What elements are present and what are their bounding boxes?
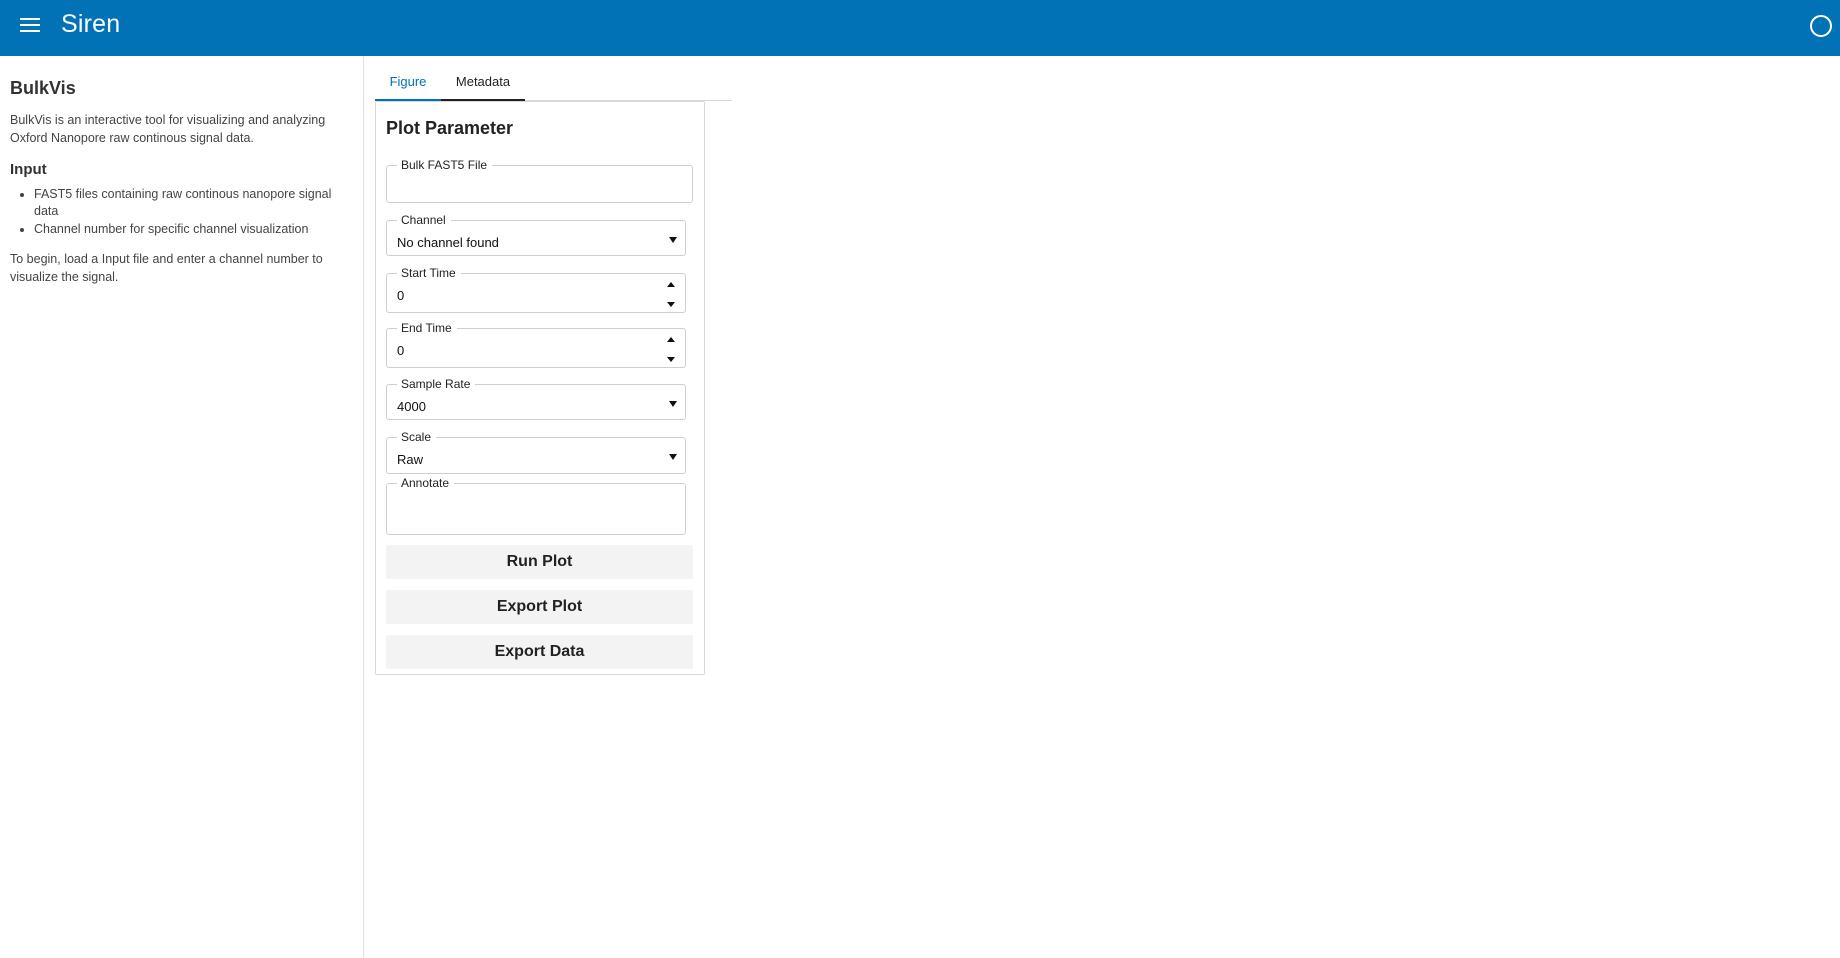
sidebar-description: BulkVis is an interactive tool for visua…	[10, 113, 326, 145]
increment-arrow-icon[interactable]	[667, 282, 675, 287]
field-value: 0	[397, 288, 405, 303]
dropdown-arrow-icon	[669, 454, 677, 460]
app-title: Siren	[61, 10, 121, 38]
increment-arrow-icon[interactable]	[667, 337, 675, 342]
sidebar-instructions: To begin, load a Input file and enter a …	[10, 252, 323, 284]
scale-select[interactable]: Scale Raw	[386, 429, 686, 474]
field-label: Channel	[397, 212, 451, 228]
channel-select[interactable]: Channel No channel found	[386, 212, 686, 256]
decrement-arrow-icon[interactable]	[667, 302, 675, 307]
hamburger-menu-icon[interactable]	[20, 16, 42, 34]
input-heading: Input	[10, 161, 47, 178]
export-plot-button[interactable]: Export Plot	[386, 590, 693, 624]
end-time-input[interactable]: End Time 0	[386, 320, 686, 368]
list-item: FAST5 files containing raw continous nan…	[34, 186, 353, 220]
plot-parameter-panel: Plot Parameter Bulk FAST5 File Channel N…	[375, 101, 705, 675]
input-list: FAST5 files containing raw continous nan…	[10, 186, 353, 238]
field-label: Start Time	[397, 265, 461, 281]
decrement-arrow-icon[interactable]	[667, 357, 675, 362]
field-label: Sample Rate	[397, 376, 476, 392]
export-data-button[interactable]: Export Data	[386, 635, 693, 669]
tab-figure[interactable]: Figure	[375, 66, 441, 101]
bulk-file-input[interactable]: Bulk FAST5 File	[386, 157, 693, 203]
start-time-input[interactable]: Start Time 0	[386, 265, 686, 313]
field-value: 0	[397, 343, 405, 358]
panel-title: Plot Parameter	[386, 118, 514, 138]
field-value: 4000	[397, 399, 426, 414]
app-header: Siren	[0, 0, 1840, 56]
sample-rate-select[interactable]: Sample Rate 4000	[386, 376, 686, 420]
circle-status-icon	[1810, 15, 1832, 37]
sidebar: BulkVis BulkVis is an interactive tool f…	[0, 56, 364, 958]
list-item: Channel number for specific channel visu…	[34, 221, 353, 238]
annotate-input[interactable]: Annotate	[386, 475, 686, 535]
field-label: Bulk FAST5 File	[397, 157, 493, 173]
run-plot-button[interactable]: Run Plot	[386, 545, 693, 579]
field-value: No channel found	[397, 235, 499, 250]
tab-bar: Figure Metadata	[375, 66, 732, 101]
tab-metadata[interactable]: Metadata	[441, 66, 525, 101]
field-label: End Time	[397, 320, 457, 336]
field-value: Raw	[397, 452, 424, 467]
dropdown-arrow-icon	[669, 401, 677, 407]
field-label: Annotate	[397, 475, 455, 491]
field-label: Scale	[397, 429, 437, 445]
dropdown-arrow-icon	[669, 237, 677, 243]
sidebar-title: BulkVis	[10, 78, 76, 98]
